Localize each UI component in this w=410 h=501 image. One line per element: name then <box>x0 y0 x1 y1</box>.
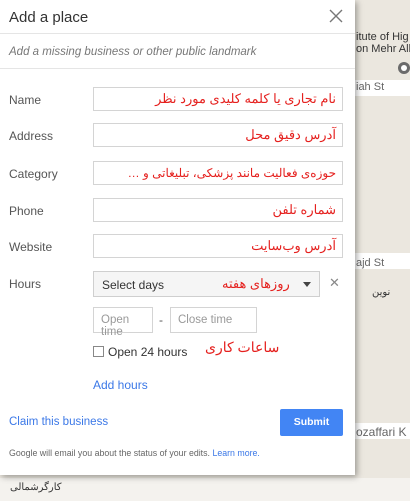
claim-business-link[interactable]: Claim this business <box>9 416 108 428</box>
phone-input[interactable]: شماره تلفن <box>93 198 343 222</box>
days-select[interactable]: Select days روزهای هفته <box>93 271 320 297</box>
map-label: ozaffari K <box>356 425 407 439</box>
dialog-subtitle: Add a missing business or other public l… <box>9 46 257 58</box>
address-hint: آدرس دقیق محل <box>245 127 336 142</box>
website-hint: آدرس وب‌سایت <box>251 238 336 253</box>
map-label: کارگرشمالی <box>10 482 62 493</box>
open-24-checkbox[interactable] <box>93 346 104 357</box>
hours-label: Hours <box>9 277 42 291</box>
chevron-down-icon <box>303 282 311 287</box>
map-pin-icon[interactable] <box>398 62 410 74</box>
remove-hours-icon[interactable]: ✕ <box>329 275 340 291</box>
learn-more-link[interactable]: Learn more. <box>212 448 259 458</box>
days-select-value: Select days <box>102 278 165 292</box>
close-icon[interactable] <box>327 7 345 25</box>
address-input[interactable]: آدرس دقیق محل <box>93 123 343 147</box>
hours-hint: ساعات کاری <box>205 339 280 355</box>
website-input[interactable]: آدرس وب‌سایت <box>93 234 343 258</box>
close-time-input[interactable]: Close time <box>170 307 257 333</box>
footer-note-text: Google will email you about the status o… <box>9 448 210 458</box>
open-24-label: Open 24 hours <box>108 345 188 359</box>
add-hours-link[interactable]: Add hours <box>93 378 148 392</box>
dialog-header: Add a place <box>0 0 355 34</box>
phone-label: Phone <box>9 204 44 218</box>
map-label: ajd St <box>356 257 385 269</box>
address-label: Address <box>9 129 54 143</box>
phone-hint: شماره تلفن <box>272 202 336 217</box>
name-label: Name <box>9 93 42 107</box>
divider <box>0 68 355 69</box>
open-time-input[interactable]: Open time <box>93 307 153 338</box>
days-select-hint: روزهای هفته <box>222 276 290 291</box>
name-hint: نام تجاری یا کلمه کلیدی مورد نظر <box>155 91 336 106</box>
dialog-title: Add a place <box>9 9 89 26</box>
map-label: itute of Hig <box>356 31 409 43</box>
category-input[interactable]: حوزه‌ی فعالیت مانند پزشکی، تبلیغاتی و … <box>93 161 343 185</box>
name-input[interactable]: نام تجاری یا کلمه کلیدی مورد نظر <box>93 87 343 111</box>
footer-note: Google will email you about the status o… <box>9 448 260 458</box>
submit-button[interactable]: Submit <box>280 409 343 436</box>
website-label: Website <box>9 240 53 254</box>
category-label: Category <box>9 167 58 181</box>
map-label: on Mehr Alb <box>356 43 410 55</box>
map-label: iah St <box>356 81 385 93</box>
category-hint: حوزه‌ی فعالیت مانند پزشکی، تبلیغاتی و … <box>127 166 336 180</box>
add-place-dialog: Add a place Add a missing business or ot… <box>0 0 355 475</box>
map-label: نوین <box>372 287 391 298</box>
time-separator: - <box>159 313 163 327</box>
